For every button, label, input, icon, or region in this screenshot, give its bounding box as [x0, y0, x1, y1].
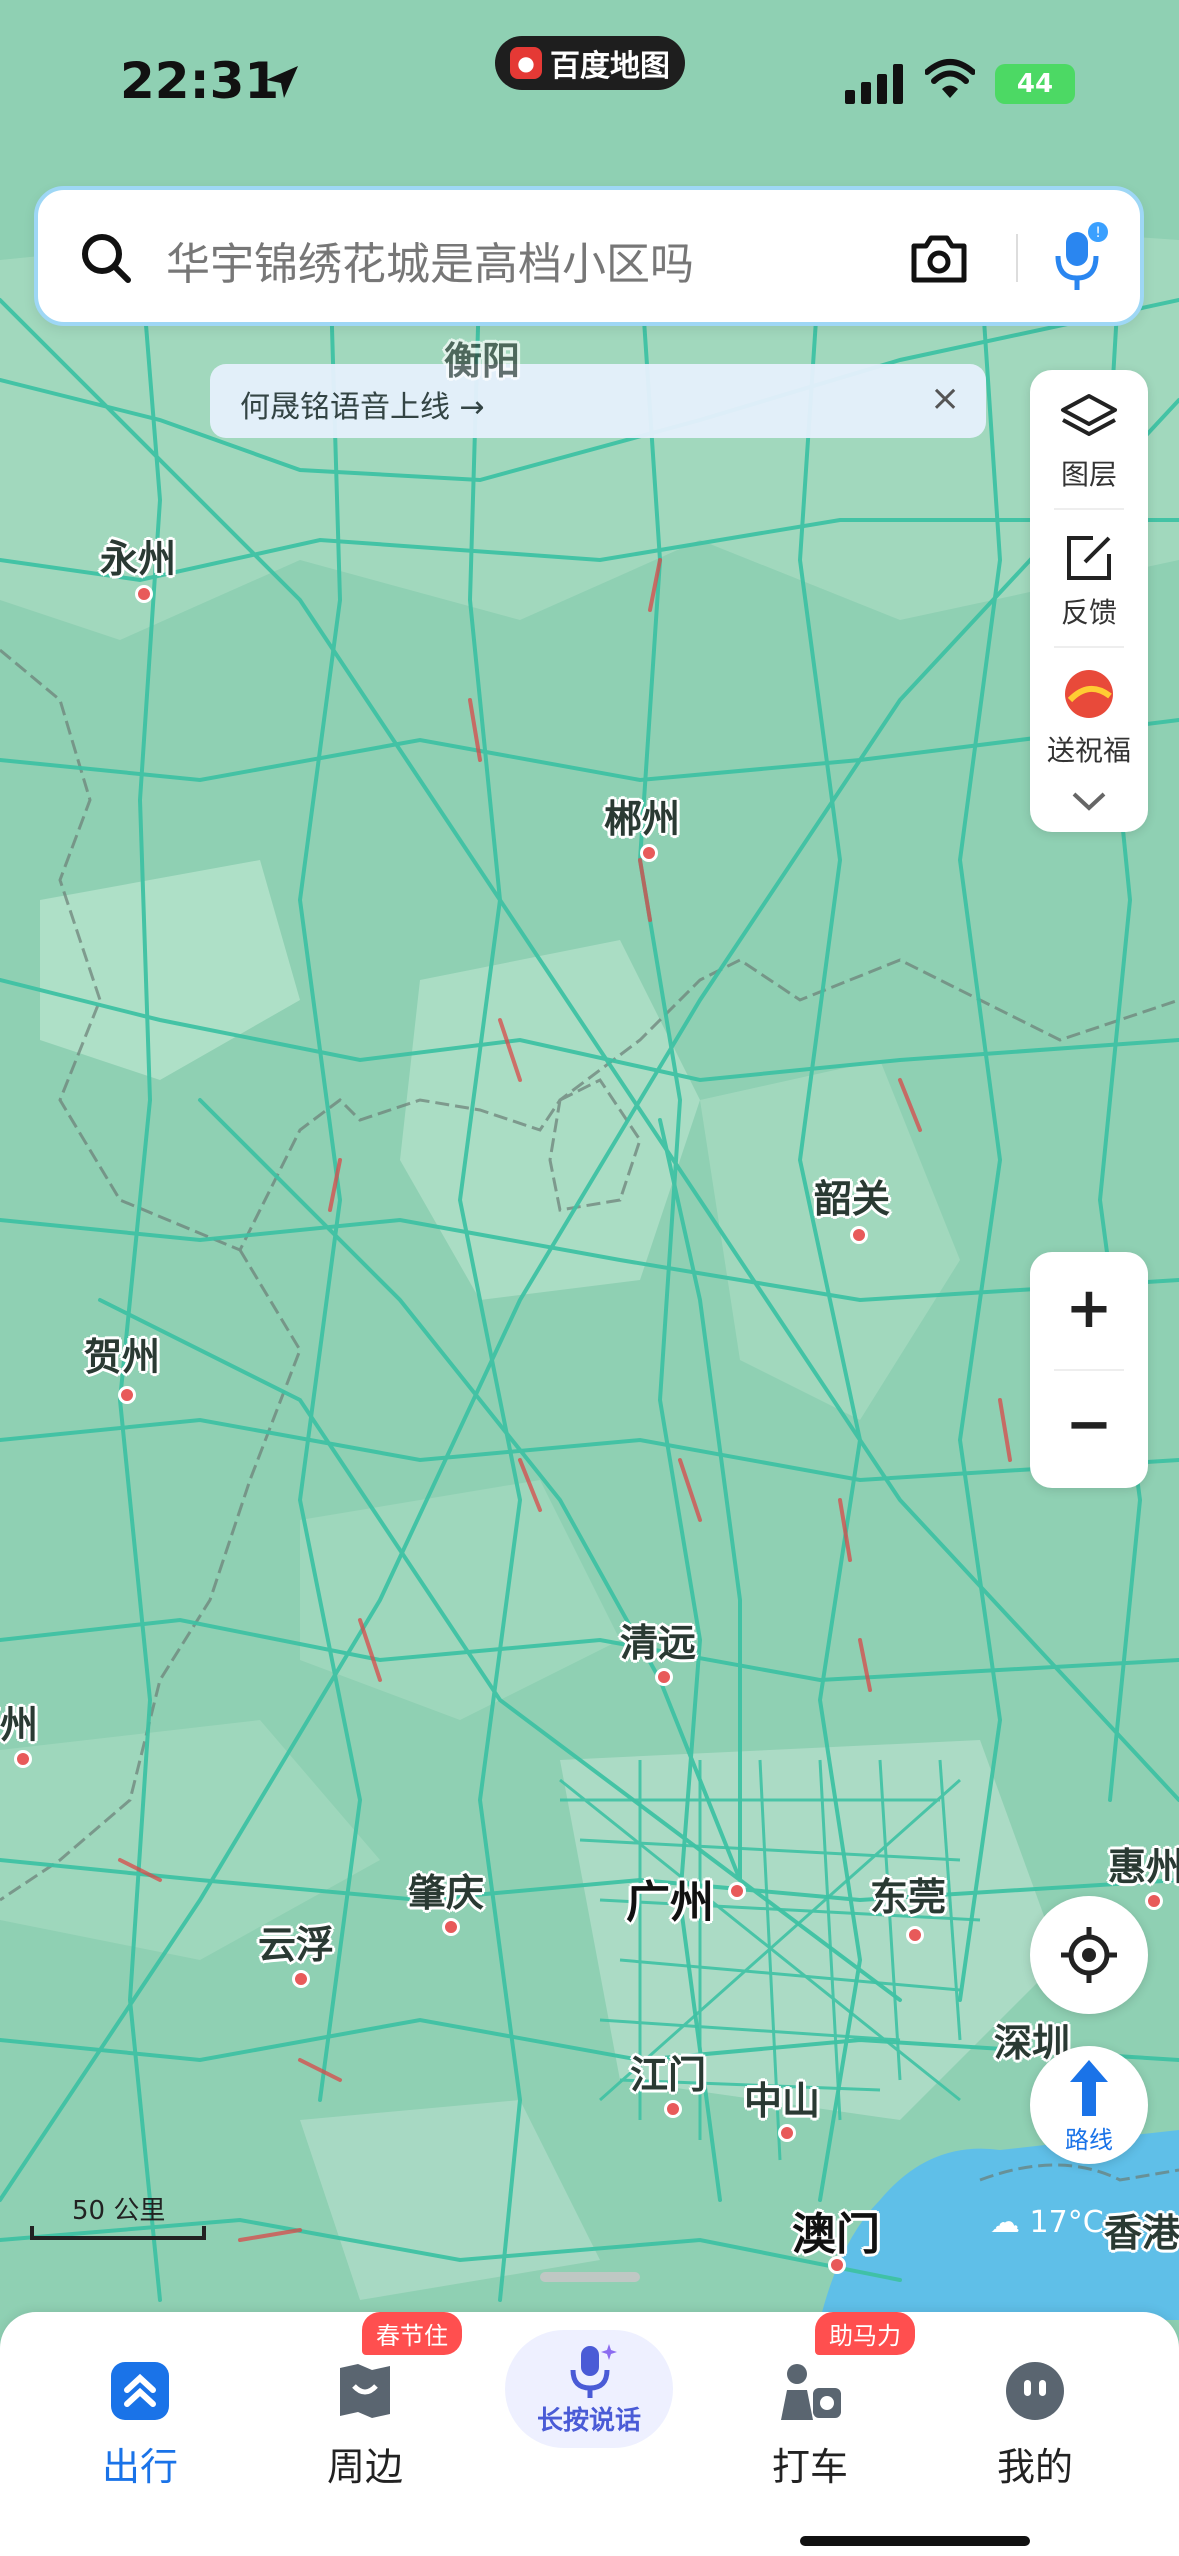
- city-label-wuzhou[interactable]: 梧州: [0, 1694, 38, 1749]
- nearby-badge: 春节住: [362, 2312, 462, 2355]
- city-marker[interactable]: [1145, 1892, 1163, 1910]
- home-indicator: [800, 2536, 1030, 2546]
- city-label-hongkong[interactable]: 香港: [1104, 2202, 1179, 2257]
- city-marker[interactable]: [640, 844, 658, 862]
- voice-mic-icon: [570, 2344, 617, 2398]
- route-label: 路线: [1065, 2126, 1113, 2154]
- search-divider: [1016, 234, 1018, 282]
- city-label-yunfu[interactable]: 云浮: [258, 1914, 334, 1969]
- search-bar[interactable]: 华宇锦绣花城是高档小区吗 !: [34, 186, 1144, 326]
- tab-travel[interactable]: 出行: [50, 2360, 230, 2491]
- search-placeholder[interactable]: 华宇锦绣花城是高档小区吗: [166, 228, 694, 292]
- weather-temp: 17°C: [1029, 2205, 1104, 2240]
- taxi-badge: 助马力: [815, 2312, 915, 2355]
- battery-indicator: 44: [995, 64, 1075, 104]
- camera-icon[interactable]: [908, 230, 970, 286]
- city-label-zhongshan[interactable]: 中山: [744, 2070, 820, 2125]
- city-marker[interactable]: [14, 1750, 32, 1768]
- city-marker[interactable]: [135, 585, 153, 603]
- zoom-out-button[interactable]: −: [1030, 1392, 1148, 1457]
- microphone-icon[interactable]: !: [1048, 220, 1108, 296]
- close-icon[interactable]: ×: [930, 378, 960, 419]
- taxi-icon: [781, 2364, 841, 2420]
- city-marker[interactable]: [778, 2124, 796, 2142]
- tab-mine-label: 我的: [996, 2445, 1073, 2489]
- city-label-qingyuan[interactable]: 清远: [620, 1612, 696, 1667]
- scale-bar: [30, 2226, 206, 2240]
- city-label-guangzhou[interactable]: 广州: [626, 1866, 714, 1930]
- city-label-hengyang[interactable]: 衡阳: [444, 330, 520, 385]
- city-marker[interactable]: [664, 2100, 682, 2118]
- zoom-divider: [1054, 1369, 1124, 1371]
- zoom-in-button[interactable]: +: [1030, 1276, 1148, 1341]
- baidu-map-logo-icon: ●: [510, 47, 542, 79]
- tab-travel-label: 出行: [101, 2445, 178, 2489]
- feedback-icon: [1067, 536, 1111, 580]
- drawer-handle[interactable]: [540, 2272, 640, 2282]
- map-scale: 50 公里: [30, 2190, 210, 2240]
- route-arrow-icon: [1070, 2060, 1108, 2116]
- panel-divider: [1054, 646, 1124, 648]
- weather-badge[interactable]: ☁ 17°C: [990, 2205, 1104, 2240]
- city-label-hezhou[interactable]: 贺州: [84, 1326, 160, 1381]
- cellular-signal-icon: [845, 62, 903, 104]
- city-marker[interactable]: [828, 2256, 846, 2274]
- city-marker[interactable]: [442, 1918, 460, 1936]
- scale-label: 50 公里: [72, 2196, 166, 2226]
- blessing-button[interactable]: 送祝福: [1030, 666, 1148, 769]
- city-marker[interactable]: [118, 1386, 136, 1404]
- city-label-zhaoqing[interactable]: 肇庆: [408, 1862, 484, 1917]
- nearby-icon: [340, 2364, 390, 2418]
- tab-nearby[interactable]: 周边: [275, 2360, 455, 2491]
- app-indicator[interactable]: ● 百度地图: [495, 36, 685, 90]
- profile-icon: [1006, 2362, 1064, 2420]
- tab-taxi[interactable]: 打车: [720, 2360, 900, 2491]
- location-arrow-icon: [266, 66, 298, 98]
- city-marker[interactable]: [906, 1926, 924, 1944]
- status-bar: 22:31 ● 百度地图 44: [0, 0, 1179, 170]
- city-marker[interactable]: [850, 1226, 868, 1244]
- promo-banner[interactable]: 何晟铭语音上线 → ×: [210, 364, 986, 438]
- city-label-dongguan[interactable]: 东莞: [870, 1866, 946, 1921]
- layers-icon: [1061, 394, 1117, 436]
- layers-button[interactable]: 图层: [1030, 392, 1148, 493]
- voice-label: 长按说话: [536, 2406, 641, 2436]
- voice-button[interactable]: 长按说话: [505, 2330, 673, 2448]
- city-label-macau[interactable]: 澳门: [792, 2198, 880, 2262]
- tab-mine[interactable]: 我的: [945, 2360, 1125, 2491]
- city-label-jiangmen[interactable]: 江门: [630, 2044, 706, 2099]
- feedback-button[interactable]: 反馈: [1030, 530, 1148, 631]
- city-label-chenzhou[interactable]: 郴州: [604, 788, 680, 843]
- crosshair-icon: [1061, 1927, 1117, 1983]
- right-tool-panel: 图层 反馈 送祝福: [1030, 370, 1148, 832]
- layers-label: 图层: [1060, 458, 1117, 491]
- feedback-label: 反馈: [1060, 596, 1117, 629]
- banner-text[interactable]: 何晟铭语音上线 →: [240, 382, 485, 426]
- city-marker[interactable]: [655, 1668, 673, 1686]
- cloud-icon: ☁: [990, 2205, 1020, 2240]
- app-name: 百度地图: [550, 49, 670, 84]
- search-icon: [82, 234, 131, 283]
- blessing-label: 送祝福: [1046, 734, 1131, 767]
- blessing-icon: [1065, 670, 1113, 718]
- locate-button[interactable]: [1030, 1896, 1148, 2014]
- city-label-yongzhou[interactable]: 永州: [100, 528, 176, 583]
- city-marker[interactable]: [728, 1882, 746, 1900]
- tab-taxi-label: 打车: [771, 2445, 848, 2489]
- city-label-huizhou[interactable]: 惠州: [1108, 1836, 1179, 1891]
- city-label-shaoguan[interactable]: 韶关: [814, 1168, 890, 1223]
- travel-icon: [111, 2362, 169, 2420]
- zoom-control: + −: [1030, 1252, 1148, 1488]
- panel-divider: [1054, 508, 1124, 510]
- tab-nearby-label: 周边: [326, 2445, 403, 2489]
- status-time: 22:31: [120, 52, 280, 110]
- route-button[interactable]: 路线: [1030, 2046, 1148, 2164]
- chevron-down-icon[interactable]: [1070, 790, 1108, 814]
- city-marker[interactable]: [292, 1970, 310, 1988]
- svg-text:!: !: [1095, 225, 1101, 241]
- wifi-icon: [925, 59, 975, 98]
